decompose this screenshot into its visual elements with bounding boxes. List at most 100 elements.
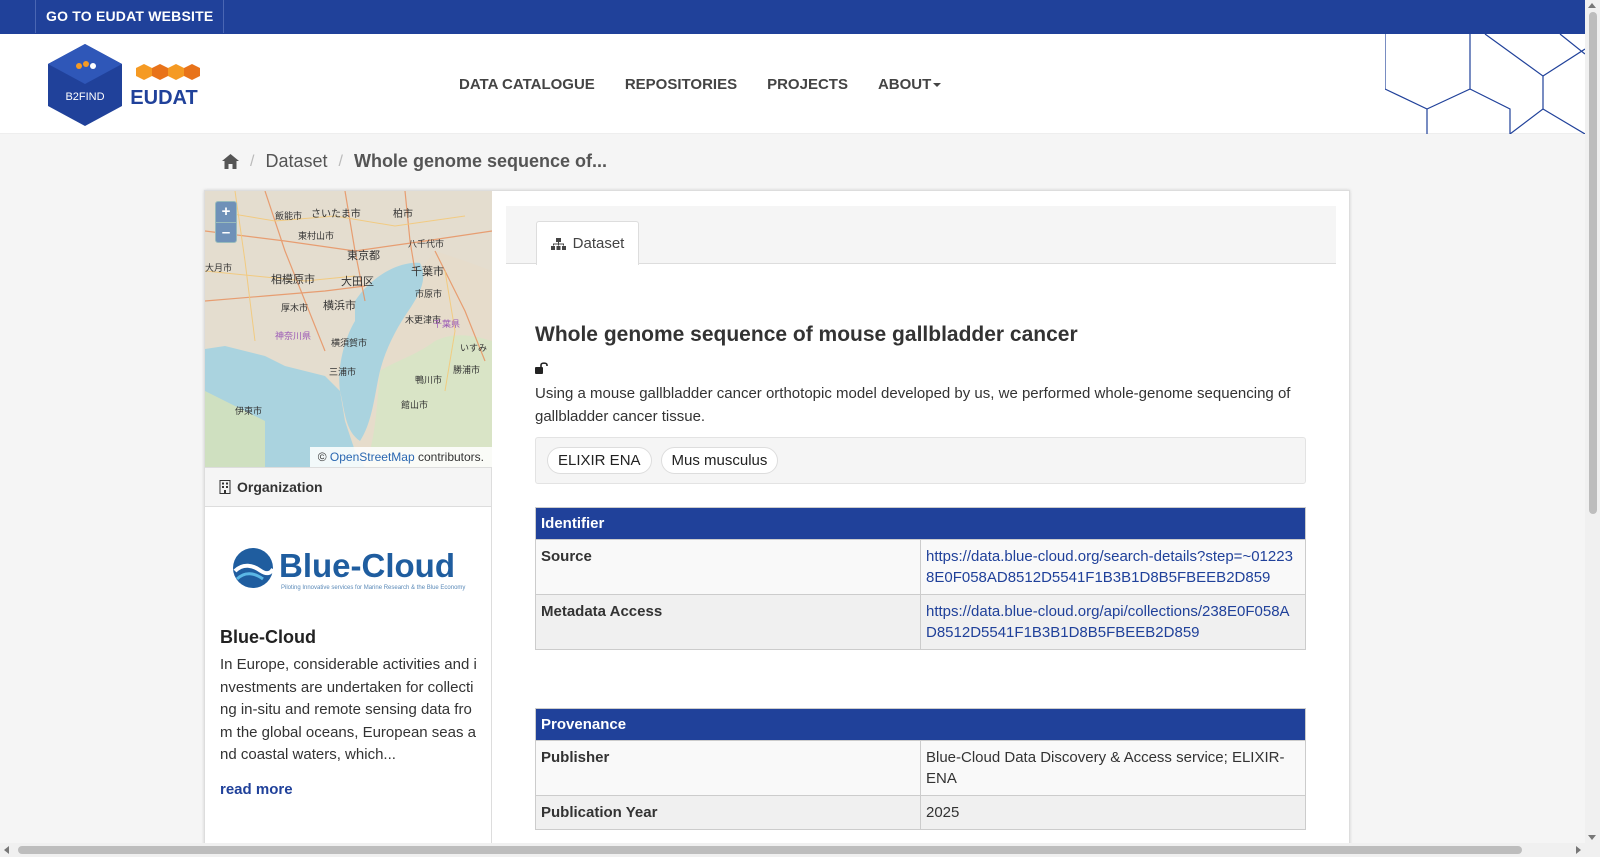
- read-more-link[interactable]: read more: [220, 781, 293, 798]
- attribution-suffix: contributors.: [417, 450, 484, 464]
- provenance-table: Provenance Publisher Blue-Cloud Data Dis…: [535, 708, 1306, 830]
- identifier-header: Identifier: [535, 507, 1306, 540]
- tab-dataset-label: Dataset: [572, 235, 625, 252]
- left-column: さいたま市 柏市 飯能市 八千代市 東村山市 東京都 大月市 相模原市 大田区 …: [205, 191, 492, 857]
- nav-label: REPOSITORIES: [624, 76, 738, 93]
- svg-text:飯能市: 飯能市: [275, 210, 302, 222]
- organization-description: In Europe, considerable activities and i…: [220, 656, 477, 763]
- organization-title: Blue-Cloud: [220, 627, 316, 647]
- zoom-out-button[interactable]: –: [216, 222, 236, 242]
- organization-header: Organization: [205, 467, 491, 507]
- breadcrumb-current: Whole genome sequence of...: [353, 151, 607, 171]
- nav-data-catalogue[interactable]: DATA CATALOGUE: [444, 76, 610, 93]
- map-zoom-control: + –: [215, 201, 237, 243]
- openstreetmap-link[interactable]: OpenStreetMap: [330, 450, 415, 464]
- publication-year-value: 2025: [920, 795, 1306, 830]
- svg-text:鴨川市: 鴨川市: [415, 374, 442, 386]
- svg-text:勝浦市: 勝浦市: [453, 364, 480, 376]
- svg-text:伊東市: 伊東市: [235, 405, 262, 417]
- svg-text:大月市: 大月市: [205, 262, 232, 274]
- nav-label: PROJECTS: [767, 76, 848, 93]
- dataset-card: さいたま市 柏市 飯能市 八千代市 東村山市 東京都 大月市 相模原市 大田区 …: [204, 190, 1350, 857]
- tag-elixir-ena[interactable]: ELIXIR ENA: [547, 447, 652, 474]
- dataset-title: Whole genome sequence of mouse gallbladd…: [535, 323, 1078, 346]
- metadata-access-link[interactable]: https://data.blue-cloud.org/api/collecti…: [926, 603, 1290, 641]
- eudat-logo-text: EUDAT: [130, 87, 197, 108]
- building-icon: [219, 480, 231, 494]
- nav-about[interactable]: ABOUT: [863, 76, 956, 93]
- provenance-header: Provenance: [535, 708, 1306, 741]
- publisher-value: Blue-Cloud Data Discovery & Access servi…: [920, 740, 1306, 796]
- source-key: Source: [535, 539, 921, 595]
- svg-text:相模原市: 相模原市: [271, 272, 315, 286]
- table-row: Source https://data.blue-cloud.org/searc…: [535, 539, 1306, 595]
- tag-list: ELIXIR ENA Mus musculus: [535, 437, 1306, 484]
- svg-text:さいたま市: さいたま市: [311, 207, 361, 220]
- svg-text:市原市: 市原市: [415, 288, 442, 300]
- location-map[interactable]: さいたま市 柏市 飯能市 八千代市 東村山市 東京都 大月市 相模原市 大田区 …: [205, 191, 492, 467]
- svg-text:大田区: 大田区: [341, 274, 374, 288]
- source-link[interactable]: https://data.blue-cloud.org/search-detai…: [926, 548, 1293, 586]
- b2find-logo-text: B2FIND: [65, 91, 104, 103]
- table-row: Publication Year 2025: [535, 795, 1306, 830]
- organization-header-label: Organization: [237, 479, 323, 495]
- hexagon-decoration: [1385, 34, 1585, 134]
- svg-text:横浜市: 横浜市: [323, 298, 356, 312]
- go-to-eudat-link[interactable]: GO TO EUDAT WEBSITE: [35, 0, 225, 33]
- tab-dataset[interactable]: Dataset: [536, 221, 639, 265]
- svg-text:東京都: 東京都: [347, 248, 380, 262]
- unlock-icon: [535, 362, 548, 374]
- publisher-key: Publisher: [535, 740, 921, 796]
- svg-text:三浦市: 三浦市: [329, 366, 356, 378]
- svg-text:神奈川県: 神奈川県: [275, 330, 311, 342]
- home-icon[interactable]: [222, 154, 239, 169]
- identifier-table: Identifier Source https://data.blue-clou…: [535, 507, 1306, 650]
- horizontal-scrollbar[interactable]: [0, 843, 1585, 857]
- site-header: B2FIND EUDAT DATA CATALOGUE REPOSITORIES…: [0, 34, 1585, 134]
- dataset-description: Using a mouse gallbladder cancer orthoto…: [535, 385, 1291, 425]
- nav-label: ABOUT: [877, 76, 932, 93]
- nav-repositories[interactable]: REPOSITORIES: [610, 76, 752, 93]
- blue-cloud-logo-tagline: Piloting Innovative services for Marine …: [281, 585, 465, 591]
- nav-label: DATA CATALOGUE: [459, 76, 595, 93]
- vertical-scrollbar[interactable]: [1585, 0, 1600, 857]
- breadcrumb-separator: /: [250, 152, 255, 170]
- svg-text:八千代市: 八千代市: [408, 238, 444, 250]
- sitemap-icon: [550, 237, 566, 250]
- nav-projects[interactable]: PROJECTS: [752, 76, 863, 93]
- scroll-left-icon[interactable]: [4, 846, 9, 854]
- top-bar: GO TO EUDAT WEBSITE: [0, 0, 1600, 34]
- horizontal-scroll-thumb[interactable]: [18, 846, 1522, 854]
- breadcrumb: / Dataset / Whole genome sequence of...: [222, 151, 607, 172]
- blue-cloud-logo[interactable]: Blue-Cloud Piloting Innovative services …: [231, 543, 471, 593]
- scroll-right-icon[interactable]: [1576, 846, 1581, 854]
- scroll-down-icon[interactable]: [1588, 835, 1596, 840]
- breadcrumb-dataset[interactable]: Dataset: [265, 151, 327, 172]
- svg-text:横須賀市: 横須賀市: [331, 337, 367, 349]
- eudat-logo[interactable]: EUDAT: [130, 64, 202, 108]
- svg-text:館山市: 館山市: [401, 399, 428, 411]
- map-attribution: © OpenStreetMap contributors.: [309, 447, 492, 467]
- source-value-cell: https://data.blue-cloud.org/search-detai…: [920, 539, 1306, 595]
- scroll-up-icon[interactable]: [1588, 3, 1596, 8]
- svg-text:柏市: 柏市: [393, 207, 413, 220]
- breadcrumb-separator: /: [338, 152, 343, 170]
- attribution-prefix: ©: [317, 450, 327, 464]
- svg-text:いすみ: いすみ: [460, 343, 487, 354]
- table-row: Metadata Access https://data.blue-cloud.…: [535, 594, 1306, 650]
- main-nav: DATA CATALOGUE REPOSITORIES PROJECTS ABO…: [444, 76, 956, 93]
- svg-text:千葉市: 千葉市: [411, 264, 444, 278]
- tag-mus-musculus[interactable]: Mus musculus: [660, 447, 779, 474]
- tab-bar: Dataset: [506, 206, 1336, 265]
- vertical-scroll-thumb[interactable]: [1589, 12, 1597, 514]
- blue-cloud-logo-text: Blue-Cloud: [279, 547, 455, 584]
- map-tiles: さいたま市 柏市 飯能市 八千代市 東村山市 東京都 大月市 相模原市 大田区 …: [205, 191, 492, 467]
- metadata-access-key: Metadata Access: [535, 594, 921, 650]
- metadata-access-value-cell: https://data.blue-cloud.org/api/collecti…: [920, 594, 1306, 650]
- publication-year-key: Publication Year: [535, 795, 921, 830]
- zoom-in-button[interactable]: +: [216, 202, 236, 222]
- svg-text:千葉県: 千葉県: [433, 318, 460, 330]
- svg-text:東村山市: 東村山市: [298, 230, 334, 242]
- table-row: Publisher Blue-Cloud Data Discovery & Ac…: [535, 740, 1306, 796]
- b2find-logo[interactable]: B2FIND: [48, 44, 122, 126]
